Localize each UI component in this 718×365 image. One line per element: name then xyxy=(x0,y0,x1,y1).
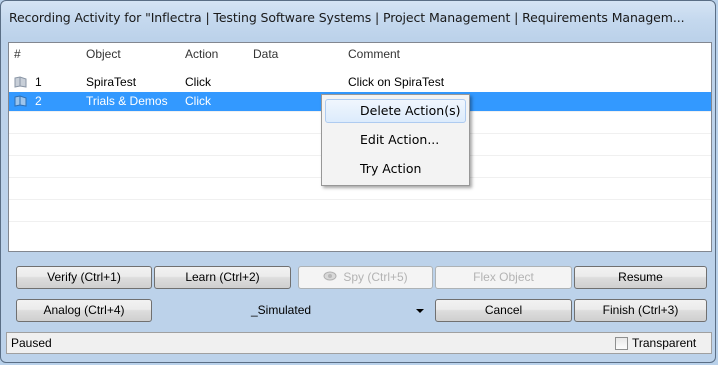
spy-button-label: Spy (Ctrl+5) xyxy=(343,270,408,284)
list-divider xyxy=(9,199,711,200)
row-action: Click xyxy=(185,75,211,89)
row-action: Click xyxy=(185,94,211,108)
row-number: 2 xyxy=(35,94,42,108)
context-menu: Delete Action(s) Edit Action... Try Acti… xyxy=(321,94,470,186)
list-divider xyxy=(9,221,711,222)
chevron-down-icon[interactable] xyxy=(416,309,424,313)
status-text: Paused xyxy=(11,336,52,350)
menu-item-delete-actions[interactable]: Delete Action(s) xyxy=(325,99,466,123)
analog-button[interactable]: Analog (Ctrl+4) xyxy=(16,299,152,322)
row-object: Trials & Demos xyxy=(86,94,168,108)
spy-icon xyxy=(323,267,337,288)
table-row[interactable]: 1 SpiraTest Click Click on SpiraTest xyxy=(9,73,711,92)
finish-button[interactable]: Finish (Ctrl+3) xyxy=(574,299,707,322)
column-header-number[interactable]: # xyxy=(14,43,21,65)
learn-button[interactable]: Learn (Ctrl+2) xyxy=(154,266,291,289)
row-comment: Click on SpiraTest xyxy=(348,75,445,89)
action-icon xyxy=(14,76,27,88)
menu-item-edit-action[interactable]: Edit Action... xyxy=(325,128,466,152)
column-header-action[interactable]: Action xyxy=(185,43,218,65)
column-header-object[interactable]: Object xyxy=(86,43,121,65)
verify-button[interactable]: Verify (Ctrl+1) xyxy=(16,266,152,289)
mode-select-value: _Simulated xyxy=(251,303,312,317)
row-object: SpiraTest xyxy=(86,75,137,89)
transparent-checkbox[interactable] xyxy=(615,337,628,350)
column-header-comment[interactable]: Comment xyxy=(348,43,400,65)
mode-select[interactable]: _Simulated xyxy=(163,299,431,322)
spy-button[interactable]: Spy (Ctrl+5) xyxy=(298,266,433,289)
recording-window: Recording Activity for "Inflectra | Test… xyxy=(0,0,716,363)
transparent-label[interactable]: Transparent xyxy=(632,333,696,353)
column-header-data[interactable]: Data xyxy=(253,43,278,65)
cancel-button[interactable]: Cancel xyxy=(435,299,572,322)
flex-object-button[interactable]: Flex Object xyxy=(435,266,572,289)
window-title: Recording Activity for "Inflectra | Test… xyxy=(9,10,685,25)
menu-item-try-action[interactable]: Try Action xyxy=(325,157,466,181)
list-header: # Object Action Data Comment xyxy=(9,43,711,67)
action-icon xyxy=(14,95,27,107)
row-number: 1 xyxy=(35,75,42,89)
resume-button[interactable]: Resume xyxy=(574,266,707,289)
status-bar: Paused Transparent xyxy=(6,332,712,354)
